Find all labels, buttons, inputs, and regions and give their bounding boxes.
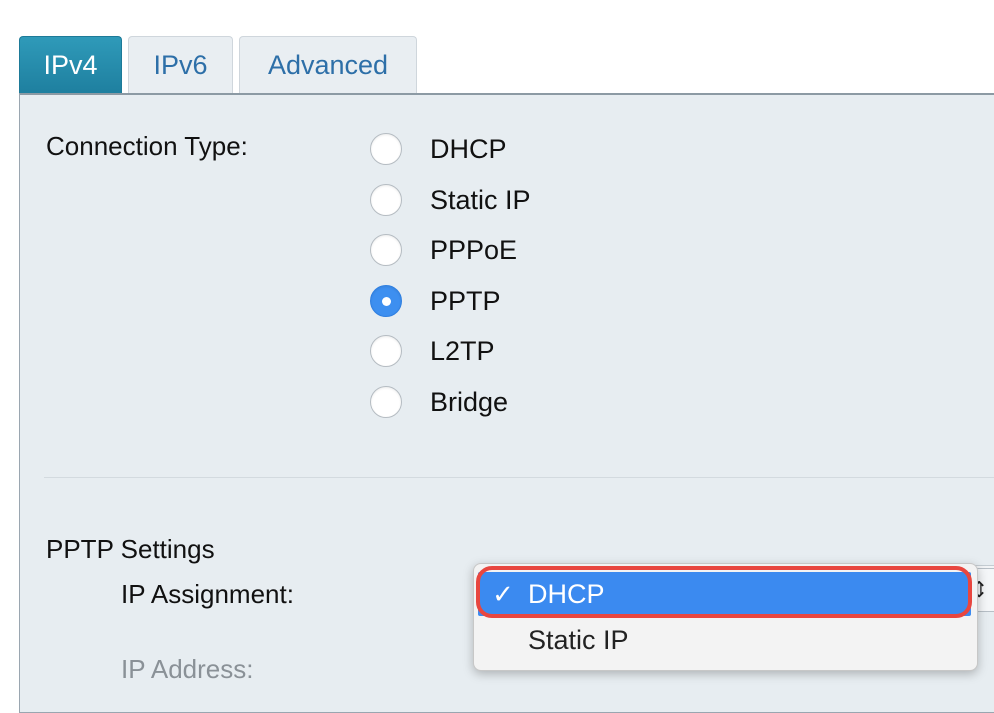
radio-option-l2tp[interactable]: L2TP: [370, 331, 495, 371]
radio-option-static-ip[interactable]: Static IP: [370, 180, 531, 220]
radio-label: Bridge: [430, 386, 509, 417]
radio-button[interactable]: [370, 234, 402, 266]
radio-button[interactable]: [370, 335, 402, 367]
tab-ipv6[interactable]: IPv6: [128, 36, 233, 93]
radio-button[interactable]: [370, 386, 402, 418]
radio-option-dhcp[interactable]: DHCP: [370, 129, 507, 169]
pptp-settings-title: PPTP Settings: [46, 534, 215, 564]
ip-assignment-label: IP Assignment:: [121, 579, 294, 609]
ip-assignment-dropdown-menu: ✓ DHCP Static IP: [473, 563, 978, 671]
radio-button-selected[interactable]: [370, 285, 402, 317]
radio-button[interactable]: [370, 184, 402, 216]
tab-advanced[interactable]: Advanced: [239, 36, 417, 93]
option-label: Static IP: [528, 624, 629, 655]
radio-dot: [381, 296, 391, 306]
radio-label: DHCP: [430, 133, 507, 164]
radio-label: PPTP: [430, 285, 501, 316]
option-label: DHCP: [528, 578, 605, 609]
radio-label: L2TP: [430, 335, 495, 366]
radio-option-pptp[interactable]: PPTP: [370, 281, 501, 321]
dropdown-option-static-ip[interactable]: Static IP: [478, 618, 971, 662]
tab-ipv4[interactable]: IPv4: [19, 36, 122, 94]
radio-option-pppoe[interactable]: PPPoE: [370, 230, 517, 270]
ip-address-label: IP Address:: [121, 654, 254, 684]
radio-label: Static IP: [430, 184, 531, 215]
connection-type-label: Connection Type:: [46, 131, 248, 161]
radio-label: PPPoE: [430, 234, 518, 265]
checkmark-icon: ✓: [492, 578, 514, 609]
radio-button[interactable]: [370, 133, 402, 165]
section-divider: [44, 477, 994, 478]
dropdown-option-dhcp[interactable]: ✓ DHCP: [478, 572, 971, 616]
radio-option-bridge[interactable]: Bridge: [370, 382, 508, 422]
